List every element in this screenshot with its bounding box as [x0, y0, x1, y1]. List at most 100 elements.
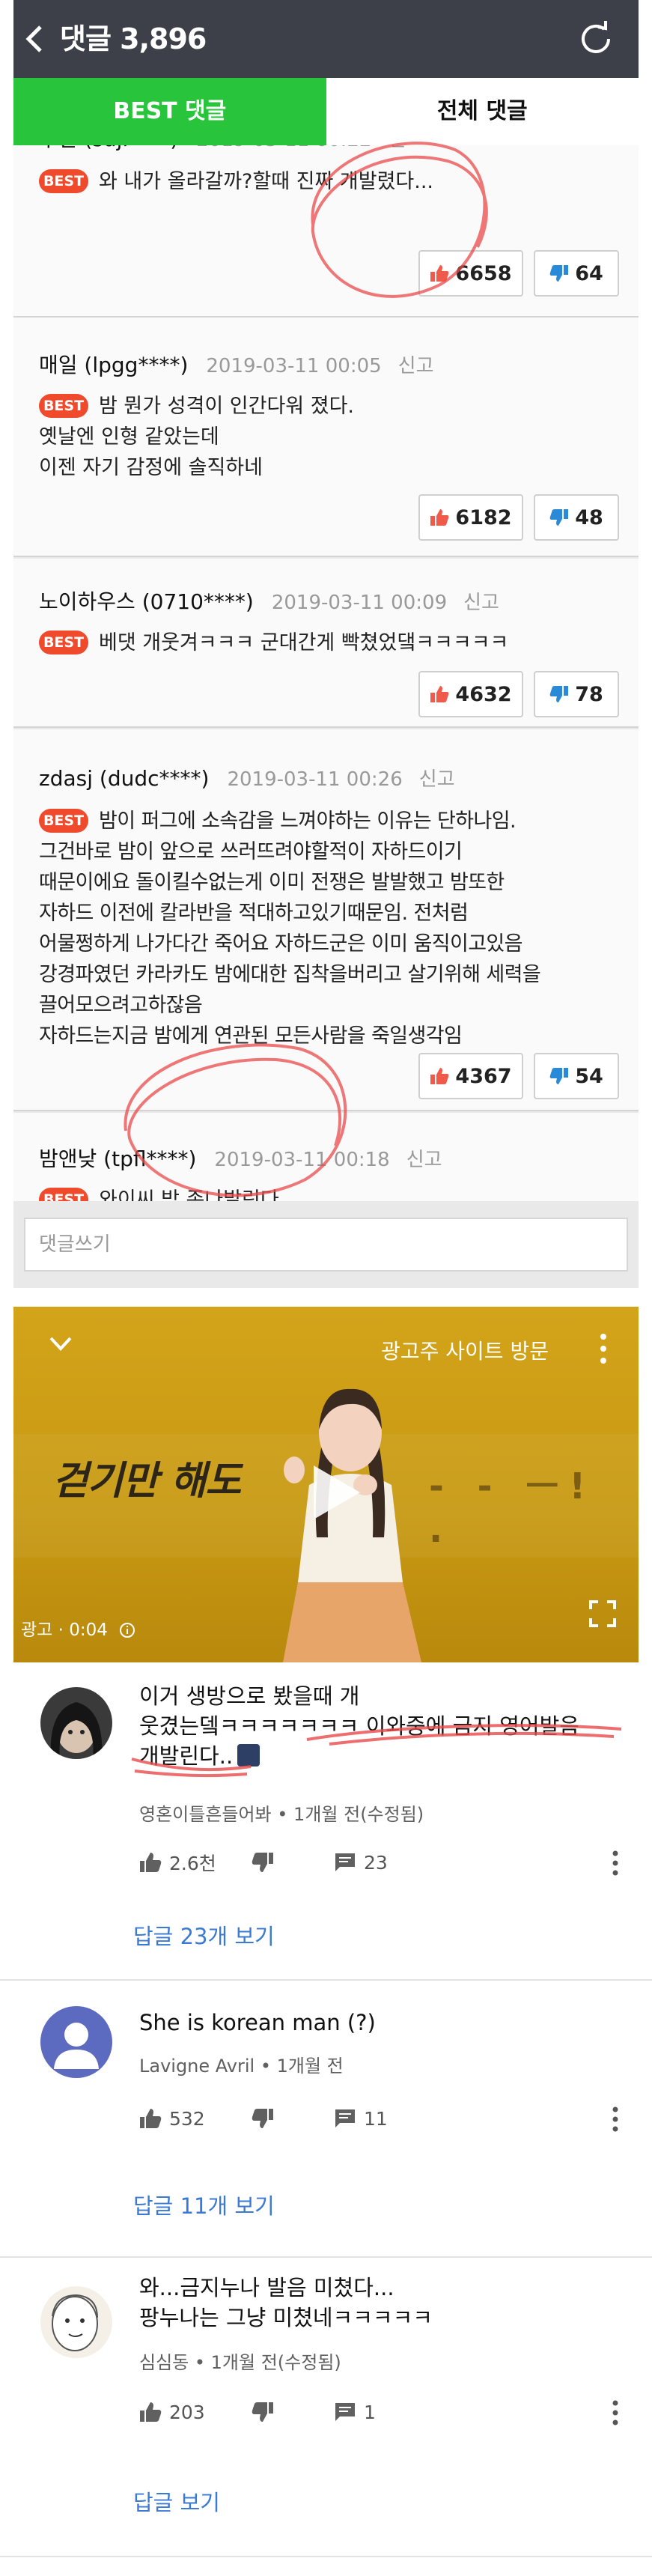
comment-author: 노이하우스 (0710****)	[39, 589, 254, 614]
dislike-button[interactable]	[252, 2396, 281, 2428]
comment-date: 2019-03-11 00:09	[271, 592, 448, 614]
comment-meta: Lavigne Avril • 1개월 전	[139, 2056, 344, 2077]
emoji-icon	[237, 1744, 261, 1767]
comment-icon	[335, 2403, 355, 2421]
upvote-button[interactable]: 6182	[418, 494, 523, 541]
comment-text: 베댓 개웃겨ㅋㅋㅋ 군대간게 빡쳤었댘ㅋㅋㅋㅋㅋ	[99, 631, 509, 654]
like-button[interactable]: 203	[139, 2396, 205, 2428]
tab-all-comments[interactable]: 전체 댓글	[326, 78, 639, 145]
upvote-button[interactable]: 4632	[418, 671, 523, 717]
more-options-icon[interactable]	[598, 1332, 609, 1365]
comment-header: 노이하우스 (0710****) 2019-03-11 00:09 신고	[39, 586, 499, 616]
upvote-button[interactable]: 6658	[418, 250, 523, 297]
comment-icon	[335, 2109, 355, 2127]
like-button[interactable]: 2.6천	[139, 1846, 216, 1879]
like-button[interactable]: 532	[139, 2102, 205, 2135]
report-link[interactable]: 신고	[406, 1149, 442, 1171]
chevron-down-icon[interactable]	[48, 1334, 73, 1355]
thumbs-up-icon	[430, 686, 449, 702]
thumbs-up-icon	[140, 1853, 162, 1872]
tab-best-comments[interactable]: BEST 댓글	[13, 78, 326, 145]
thumbs-down-icon	[252, 1853, 273, 1872]
comment-tabs: BEST 댓글 전체 댓글	[13, 78, 639, 145]
comment-text: 와...금지누나 발음 미쳤다... 팡누나는 그냥 미쳤네ㅋㅋㅋㅋㅋ	[139, 2275, 433, 2330]
ad-time-label: 광고 · 0:04	[21, 1615, 135, 1641]
comment-text: She is korean man (?)	[139, 2010, 376, 2035]
avatar[interactable]	[40, 2286, 112, 2358]
thumbs-up-icon	[430, 265, 449, 282]
comment-text: 밤이 퍼그에 소속감을 느껴야하는 이유는 단하나임. 그건바로 밤이 앞으로 …	[39, 809, 541, 1048]
avatar[interactable]	[40, 1687, 112, 1759]
report-link[interactable]: 신고	[398, 355, 434, 377]
thumbs-down-icon	[549, 686, 569, 702]
play-icon[interactable]	[309, 1462, 363, 1522]
more-options-icon[interactable]	[612, 2400, 619, 2425]
report-link[interactable]: 신고	[388, 145, 424, 151]
view-replies-link[interactable]: 답글 보기	[133, 2485, 220, 2517]
ad-slogan: 걷기만 해도	[52, 1459, 241, 1504]
youtube-comments: 이거 생방으로 봤을때 개 웃겼는뎈ㅋㅋㅋㅋㅋㅋㅋ 이와중에 금지 영어발음 개…	[0, 1674, 652, 2576]
view-replies-link[interactable]: 답글 23개 보기	[133, 1919, 275, 1951]
comment-thread: 와...금지누나 발음 미쳤다... 팡누나는 그냥 미쳤네ㅋㅋㅋㅋㅋ 심심동 …	[0, 2258, 652, 2557]
reply-button[interactable]: 11	[334, 2102, 388, 2135]
downvote-count: 78	[575, 682, 603, 706]
thumbs-up-icon	[430, 509, 449, 526]
comment-author: 매일 (lpgg****)	[39, 353, 189, 377]
downvote-button[interactable]: 54	[534, 1053, 619, 1099]
reply-count: 23	[364, 1851, 388, 1874]
comment-header: 매일 (lpgg****) 2019-03-11 00:05 신고	[39, 349, 434, 379]
thumbs-down-icon	[549, 1068, 569, 1084]
video-ad-player[interactable]: 광고주 사이트 방문 걷기만 해도 - - ㅡ! . 광고 · 0:04	[13, 1307, 639, 1662]
reply-button[interactable]: 23	[334, 1846, 388, 1879]
reply-button[interactable]: 1	[334, 2396, 376, 2428]
thumbs-down-icon	[549, 509, 569, 526]
comment-header: 밤앤낮 (tpfl****) 2019-03-11 00:18 신고	[39, 1143, 442, 1173]
downvote-button[interactable]: 48	[534, 494, 619, 541]
thumbs-down-icon	[252, 2109, 273, 2128]
comment-date: 2019-03-11 00:05	[206, 355, 382, 377]
downvote-count: 48	[575, 505, 603, 529]
report-link[interactable]: 신고	[463, 592, 499, 614]
dislike-button[interactable]	[252, 1846, 281, 1879]
thumbs-down-icon	[549, 265, 569, 282]
upvote-button[interactable]: 4367	[418, 1053, 523, 1099]
thumbs-up-icon	[140, 2402, 162, 2422]
comment-text: 와이씨 밤 존나발린다...	[99, 1188, 299, 1201]
comment-input[interactable]: 댓글쓰기	[24, 1218, 628, 1272]
comment-write-area: 댓글쓰기	[13, 1201, 639, 1288]
comment-item: 우란 (suji****)2019-03-11 00:22신고 BEST 와 내…	[13, 145, 639, 318]
refresh-icon[interactable]	[576, 19, 616, 60]
upvote-count: 4367	[455, 1064, 512, 1088]
back-arrow-icon[interactable]	[24, 22, 54, 55]
comment-header: 우란 (suji****) 2019-03-11 00:22 신고	[39, 145, 424, 153]
more-options-icon[interactable]	[612, 1850, 619, 1876]
downvote-button[interactable]: 78	[534, 671, 619, 717]
comment-item: zdasj (dudc****) 2019-03-11 00:26 신고 BEST …	[13, 729, 639, 1111]
ad-blurred-text: - - ㅡ! .	[429, 1465, 597, 1551]
avatar[interactable]	[40, 2006, 112, 2078]
comment-thread: 이거 생방으로 봤을때 개 웃겼는뎈ㅋㅋㅋㅋㅋㅋㅋ 이와중에 금지 영어발음 개…	[0, 1674, 652, 1981]
like-count: 2.6천	[169, 1853, 216, 1874]
downvote-count: 54	[575, 1064, 603, 1088]
downvote-button[interactable]: 64	[534, 250, 619, 297]
comment-header: zdasj (dudc****) 2019-03-11 00:26 신고	[39, 764, 455, 792]
fullscreen-icon[interactable]	[588, 1599, 618, 1629]
view-replies-link[interactable]: 답글 11개 보기	[133, 2189, 275, 2220]
comment-text: 밤 뭔가 성격이 인간다워 졌다. 옛날엔 인형 같았는데 이젠 자기 감정에 …	[39, 395, 354, 479]
comment-icon	[335, 1853, 355, 1871]
downvote-count: 64	[575, 261, 603, 285]
thumbs-down-icon	[252, 2402, 273, 2422]
comment-date: 2019-03-11 00:26	[227, 768, 403, 791]
info-icon[interactable]	[119, 1622, 135, 1638]
dislike-button[interactable]	[252, 2102, 281, 2135]
comment-date: 2019-03-11 00:18	[214, 1149, 390, 1171]
news-comments-screen: 댓글 3,896 BEST 댓글 전체 댓글 우란 (suji****) 2019…	[13, 0, 639, 1288]
like-count: 532	[169, 2107, 205, 2130]
comment-meta: 심심동 • 1개월 전(수정됨)	[139, 2352, 341, 2373]
comment-date: 2019-03-11 00:22	[196, 145, 371, 151]
report-link[interactable]: 신고	[419, 768, 455, 791]
comment-item: 밤앤낮 (tpfl****) 2019-03-11 00:18 신고 BEST 와이…	[13, 1113, 639, 1201]
comment-author: 밤앤낮 (tpfl****)	[39, 1146, 197, 1171]
more-options-icon[interactable]	[612, 2106, 619, 2132]
comment-meta: 영혼이틀흔들어봐 • 1개월 전(수정됨)	[139, 1804, 424, 1825]
